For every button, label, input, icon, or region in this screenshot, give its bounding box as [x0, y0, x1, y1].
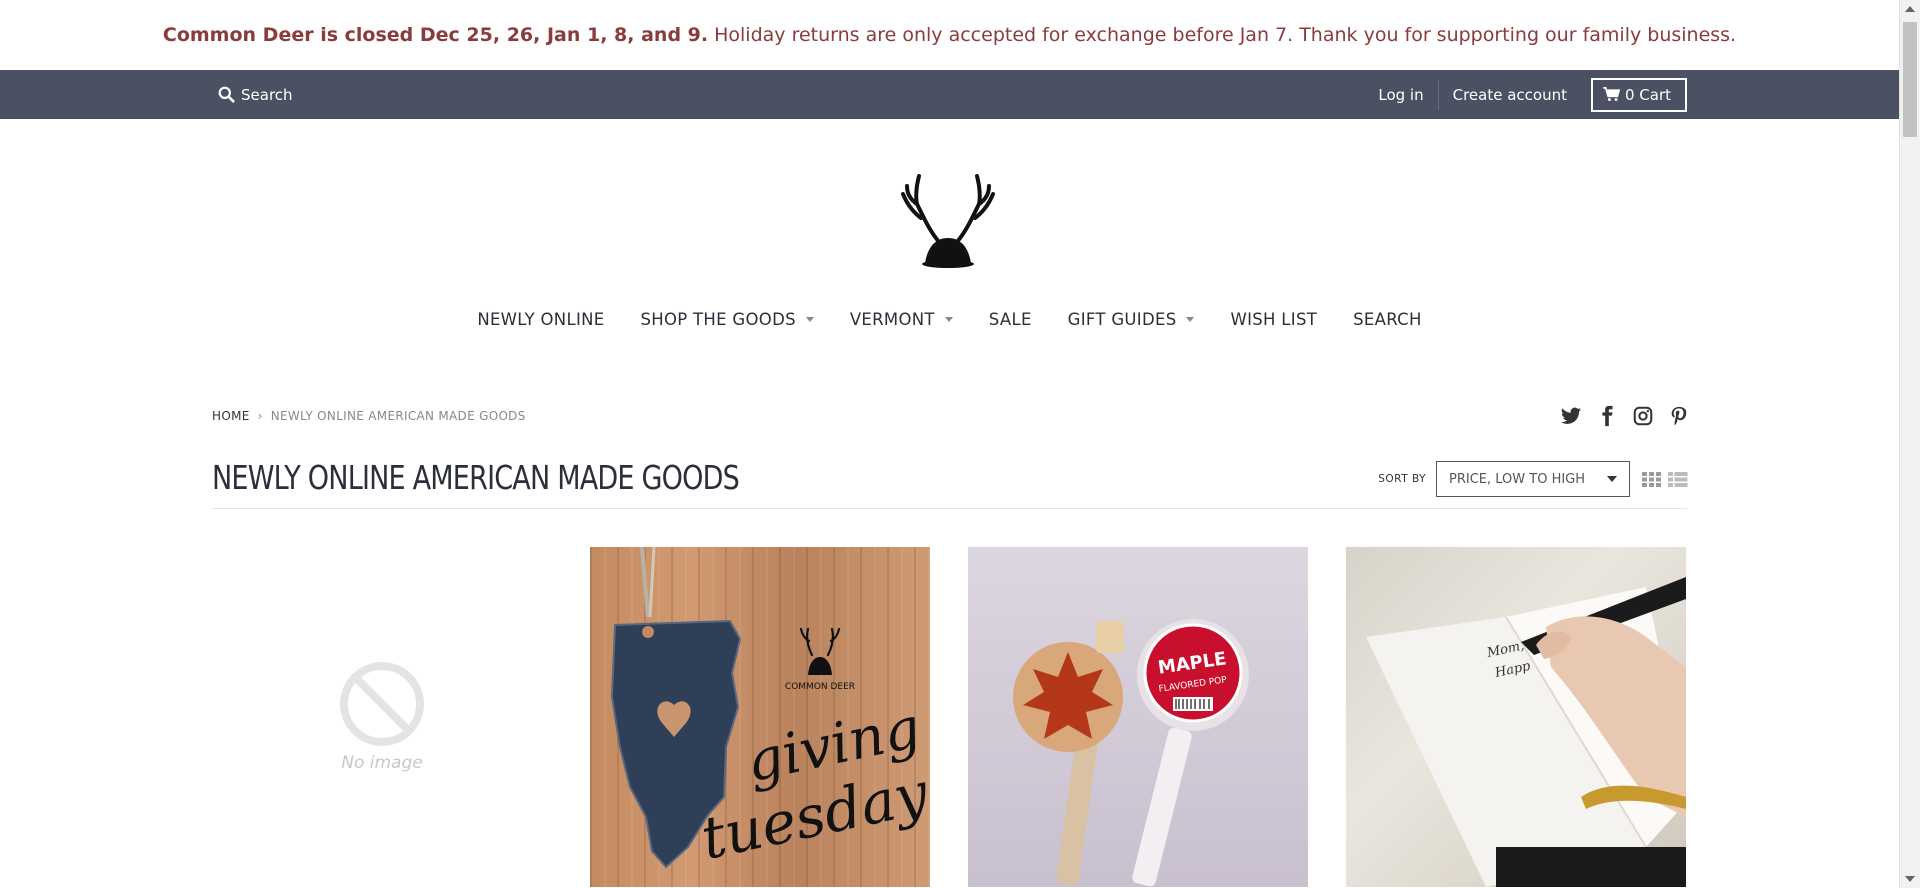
product-card[interactable]: COMMON DEER giving tuesday [590, 547, 930, 887]
breadcrumb-current: NEWLY ONLINE AMERICAN MADE GOODS [270, 409, 526, 423]
sort-select[interactable]: PRICE, LOW TO HIGH [1436, 461, 1630, 497]
login-link[interactable]: Log in [1364, 86, 1437, 104]
instagram-icon[interactable] [1632, 405, 1654, 427]
nav-item-shop-the-goods[interactable]: SHOP THE GOODS [622, 306, 831, 332]
cart-label: 0 Cart [1624, 85, 1671, 104]
product-card[interactable]: No image [212, 547, 552, 887]
nav-item-newly-online[interactable]: NEWLY ONLINE [459, 306, 622, 332]
sort-select-value: PRICE, LOW TO HIGH [1449, 471, 1586, 487]
product-image-greeting-card: Mom, Happ [1366, 577, 1686, 887]
search-icon [218, 86, 235, 103]
divider [212, 508, 1687, 509]
nav-label: GIFT GUIDES [1067, 309, 1177, 329]
chevron-down-icon [805, 316, 814, 322]
announcement-bar: Common Deer is closed Dec 25, 26, Jan 1,… [0, 0, 1899, 70]
nav-label: VERMONT [849, 309, 935, 329]
facebook-icon[interactable] [1596, 405, 1618, 427]
nav-label: SHOP THE GOODS [640, 309, 796, 329]
announcement-text: Holiday returns are only accepted for ex… [714, 24, 1737, 46]
breadcrumb-separator: › [257, 409, 263, 423]
cart-button[interactable]: 0 Cart [1590, 77, 1687, 112]
create-account-link[interactable]: Create account [1439, 86, 1581, 104]
nav-item-vermont[interactable]: VERMONT [832, 306, 971, 332]
product-brand-label: COMMON DEER [785, 682, 855, 692]
deer-antler-logo-icon [901, 174, 995, 268]
product-card[interactable]: Mom, Happ [1346, 547, 1686, 887]
chevron-down-icon [944, 316, 953, 322]
search-label: Search [241, 85, 293, 104]
nav-label: SEARCH [1353, 309, 1422, 329]
pinterest-icon[interactable] [1668, 405, 1690, 427]
product-image-giving-tuesday: COMMON DEER giving tuesday [610, 547, 930, 873]
view-toggle [1642, 472, 1688, 491]
breadcrumb-home[interactable]: HOME [212, 409, 250, 423]
main-nav: NEWLY ONLINE SHOP THE GOODS VERMONT SALE… [0, 306, 1899, 332]
list-view-icon[interactable] [1668, 472, 1688, 491]
twitter-icon[interactable] [1560, 405, 1582, 427]
nav-label: NEWLY ONLINE [477, 309, 605, 329]
nav-item-wish-list[interactable]: WISH LIST [1212, 306, 1335, 332]
nav-item-sale[interactable]: SALE [971, 306, 1050, 332]
nav-item-gift-guides[interactable]: GIFT GUIDES [1050, 306, 1213, 332]
product-image-maple-pop: MAPLE FLAVORED POP [1013, 619, 1249, 887]
scroll-up-icon[interactable] [1905, 6, 1915, 12]
page-scrollbar[interactable] [1899, 0, 1920, 888]
chevron-down-icon [1186, 316, 1195, 322]
scrollbar-thumb[interactable] [1903, 22, 1917, 137]
sort-label: SORT BY [1378, 473, 1426, 485]
social-links [1560, 405, 1690, 427]
cart-icon [1603, 87, 1620, 101]
product-grid: No image COMMON DEER giving tuesday MAPL… [212, 547, 1687, 888]
search-link[interactable]: Search [218, 70, 293, 119]
product-card[interactable]: MAPLE FLAVORED POP [968, 547, 1308, 887]
sort-control: SORT BY PRICE, LOW TO HIGH [1378, 461, 1630, 497]
grid-view-icon[interactable] [1642, 472, 1662, 491]
top-bar: Search Log in Create account 0 Cart [0, 70, 1899, 119]
announcement-bold: Common Deer is closed Dec 25, 26, Jan 1,… [162, 24, 709, 46]
breadcrumb: HOME › NEWLY ONLINE AMERICAN MADE GOODS [212, 409, 526, 423]
nav-label: WISH LIST [1230, 309, 1318, 329]
scroll-down-icon[interactable] [1905, 876, 1915, 882]
chevron-down-icon [1607, 476, 1617, 482]
no-image-label: No image [341, 753, 423, 773]
store-logo[interactable] [893, 164, 1003, 268]
no-image-icon [340, 662, 424, 746]
nav-item-search[interactable]: SEARCH [1335, 306, 1440, 332]
nav-label: SALE [988, 309, 1032, 329]
page-title: NEWLY ONLINE AMERICAN MADE GOODS [212, 458, 740, 497]
